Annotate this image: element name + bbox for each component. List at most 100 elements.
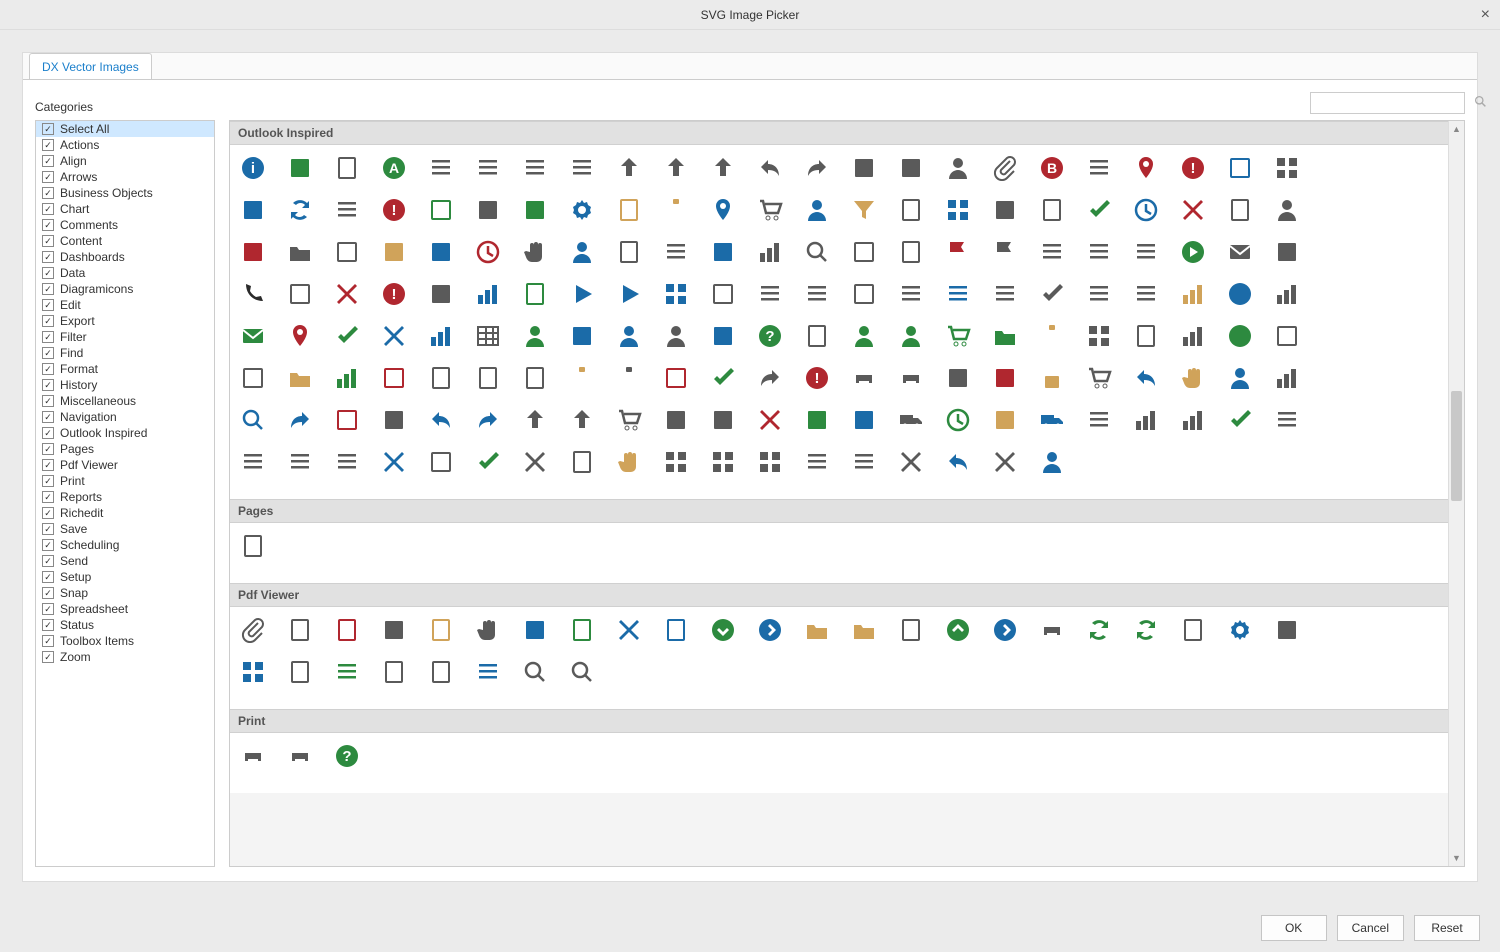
category-item[interactable]: ✓Align bbox=[36, 153, 214, 169]
checkbox-icon[interactable]: ✓ bbox=[42, 187, 54, 199]
rotate-page-icon[interactable] bbox=[567, 615, 597, 645]
add-user-icon[interactable] bbox=[849, 321, 879, 351]
checkbox-icon[interactable]: ✓ bbox=[42, 363, 54, 375]
user-blue-icon[interactable] bbox=[614, 321, 644, 351]
spreadsheet-icon[interactable] bbox=[1131, 321, 1161, 351]
gear2-icon[interactable] bbox=[1225, 615, 1255, 645]
clock-green-icon[interactable] bbox=[943, 405, 973, 435]
zoom-out-icon[interactable] bbox=[567, 657, 597, 687]
text-abc-strike-icon[interactable] bbox=[332, 195, 362, 225]
checkbox-icon[interactable]: ✓ bbox=[42, 155, 54, 167]
checkbox-icon[interactable]: ✓ bbox=[42, 619, 54, 631]
checkbox-icon[interactable]: ✓ bbox=[42, 411, 54, 423]
checkbox-icon[interactable]: ✓ bbox=[42, 331, 54, 343]
up-circle-icon[interactable] bbox=[943, 615, 973, 645]
article-icon[interactable] bbox=[426, 363, 456, 393]
edit-floppy-icon[interactable] bbox=[849, 405, 879, 435]
undo-blue-icon[interactable] bbox=[426, 405, 456, 435]
news-icon[interactable] bbox=[1037, 195, 1067, 225]
selection-box-icon[interactable] bbox=[614, 615, 644, 645]
scroll-down-icon[interactable]: ▼ bbox=[1449, 850, 1464, 866]
floppy-x-icon[interactable] bbox=[755, 405, 785, 435]
palette-icon[interactable] bbox=[567, 321, 597, 351]
category-item[interactable]: ✓Toolbox Items bbox=[36, 633, 214, 649]
underline-icon[interactable] bbox=[802, 447, 832, 477]
phone-icon[interactable] bbox=[238, 279, 268, 309]
category-item[interactable]: ✓Format bbox=[36, 361, 214, 377]
zoom-icon[interactable] bbox=[520, 657, 550, 687]
checkbox-icon[interactable]: ✓ bbox=[42, 395, 54, 407]
category-item[interactable]: ✓Navigation bbox=[36, 409, 214, 425]
clipboard-check-icon[interactable] bbox=[1084, 195, 1114, 225]
category-item[interactable]: ✓Diagramicons bbox=[36, 281, 214, 297]
attachment-icon[interactable] bbox=[990, 153, 1020, 183]
checkbox-icon[interactable]: ✓ bbox=[42, 635, 54, 647]
split-panes-icon[interactable] bbox=[849, 279, 879, 309]
truck2-icon[interactable] bbox=[1037, 405, 1067, 435]
save-slot-icon[interactable] bbox=[661, 405, 691, 435]
currency-icon[interactable] bbox=[520, 195, 550, 225]
align-center-icon[interactable] bbox=[426, 153, 456, 183]
indent-inc-icon[interactable] bbox=[802, 279, 832, 309]
layout-icon[interactable] bbox=[1178, 615, 1208, 645]
bars-grow-icon[interactable] bbox=[426, 321, 456, 351]
clock-red-icon[interactable] bbox=[473, 237, 503, 267]
mail-icon[interactable] bbox=[1225, 237, 1255, 267]
download-circle-icon[interactable] bbox=[1225, 279, 1255, 309]
checkbox-icon[interactable]: ✓ bbox=[42, 443, 54, 455]
strikethru-icon[interactable] bbox=[1272, 405, 1302, 435]
error-circle-icon[interactable]: ! bbox=[379, 195, 409, 225]
new-mail-icon[interactable] bbox=[238, 321, 268, 351]
clipboard-search-icon[interactable] bbox=[238, 405, 268, 435]
two-page-icon[interactable] bbox=[379, 657, 409, 687]
underline2-icon[interactable] bbox=[849, 447, 879, 477]
translate-ab-icon[interactable] bbox=[379, 405, 409, 435]
book-open-icon[interactable] bbox=[426, 657, 456, 687]
u-turn-right-icon[interactable] bbox=[896, 153, 926, 183]
print-preview-icon[interactable] bbox=[238, 741, 268, 771]
page-break-icon[interactable] bbox=[238, 531, 268, 561]
checkbox-icon[interactable]: ✓ bbox=[42, 603, 54, 615]
u-turn-left-icon[interactable] bbox=[849, 153, 879, 183]
copy-page-icon[interactable] bbox=[285, 615, 315, 645]
category-item[interactable]: ✓Setup bbox=[36, 569, 214, 585]
category-item[interactable]: ✓Edit bbox=[36, 297, 214, 313]
cancel-circle-icon[interactable]: ! bbox=[1178, 153, 1208, 183]
package-icon[interactable] bbox=[990, 405, 1020, 435]
icon-gallery[interactable]: Outlook InspirediAB!!!?!PagesPdf ViewerP… bbox=[229, 120, 1465, 867]
video-cam-icon[interactable] bbox=[285, 279, 315, 309]
category-item[interactable]: ✓Filter bbox=[36, 329, 214, 345]
folder-refresh-icon[interactable] bbox=[849, 615, 879, 645]
phone-device-icon[interactable] bbox=[238, 363, 268, 393]
printer-icon[interactable] bbox=[896, 363, 926, 393]
sort-vertical-icon[interactable] bbox=[520, 405, 550, 435]
category-item[interactable]: ✓Chart bbox=[36, 201, 214, 217]
document-icon[interactable] bbox=[473, 363, 503, 393]
sort-bars-desc-icon[interactable] bbox=[1178, 405, 1208, 435]
category-item[interactable]: ✓Select All bbox=[36, 121, 214, 137]
arrow-up-icon[interactable] bbox=[708, 153, 738, 183]
arrow-upright-icon[interactable] bbox=[661, 153, 691, 183]
comment-icon[interactable] bbox=[1272, 237, 1302, 267]
add-remove-icon[interactable] bbox=[708, 237, 738, 267]
lock-icon[interactable] bbox=[1037, 363, 1067, 393]
save-as-icon[interactable] bbox=[379, 615, 409, 645]
category-item[interactable]: ✓Actions bbox=[36, 137, 214, 153]
assign-user-icon[interactable] bbox=[943, 153, 973, 183]
category-item[interactable]: ✓History bbox=[36, 377, 214, 393]
checkbox-icon[interactable]: ✓ bbox=[42, 283, 54, 295]
floppy-icon[interactable] bbox=[708, 405, 738, 435]
category-item[interactable]: ✓Send bbox=[36, 553, 214, 569]
tab-dx-vector-images[interactable]: DX Vector Images bbox=[29, 53, 152, 79]
category-item[interactable]: ✓Content bbox=[36, 233, 214, 249]
pdf-doc-icon[interactable]: PDF bbox=[332, 615, 362, 645]
bars-colored-icon[interactable] bbox=[1178, 321, 1208, 351]
search-box[interactable] bbox=[1310, 92, 1465, 114]
check-green-icon[interactable] bbox=[708, 363, 738, 393]
tablet-icon[interactable] bbox=[426, 447, 456, 477]
checkbox-icon[interactable]: ✓ bbox=[42, 491, 54, 503]
user-icon[interactable] bbox=[802, 195, 832, 225]
checkbox-icon[interactable]: ✓ bbox=[42, 379, 54, 391]
edit-abc-icon[interactable] bbox=[426, 279, 456, 309]
right-circle-icon[interactable] bbox=[755, 615, 785, 645]
